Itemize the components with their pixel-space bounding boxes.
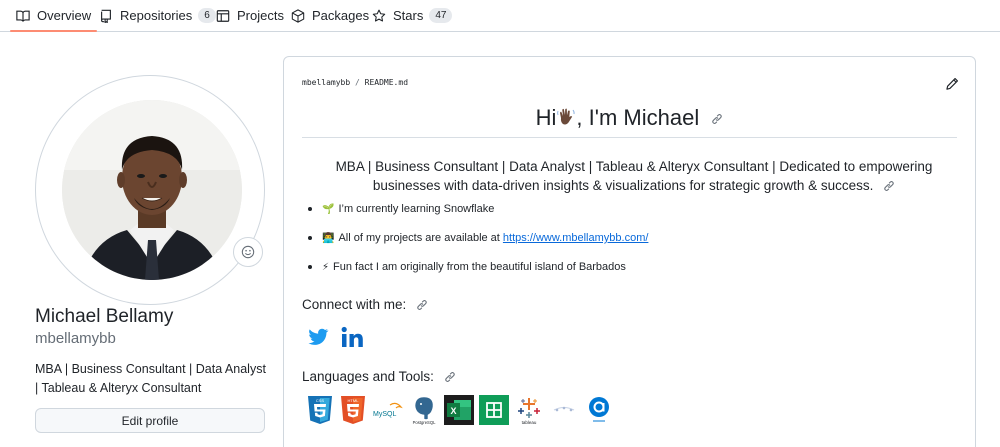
profile-nav: Overview Repositories 6 Projects Package… — [0, 0, 1000, 32]
bullet-strong: I am originally from the beautiful islan… — [375, 261, 626, 273]
tab-stars[interactable]: Stars 47 — [372, 0, 453, 31]
list-item: ⚡ Fun fact I am originally from the beaut… — [308, 261, 648, 273]
tab-label: Overview — [37, 8, 92, 23]
readme-headline: MBA | Business Consultant | Data Analyst… — [314, 157, 954, 195]
tab-label: Stars — [393, 8, 424, 23]
breadcrumb-file[interactable]: README.md — [365, 78, 408, 87]
tab-repositories[interactable]: Repositories 6 — [99, 0, 216, 31]
repo-icon — [101, 9, 111, 23]
table-icon — [216, 9, 230, 22]
bullet-strong: Snowflake — [443, 203, 495, 215]
azure-data-studio-icon[interactable] — [584, 395, 614, 425]
connect-heading-text: Connect with me: — [302, 297, 407, 312]
anchor-link-icon[interactable] — [416, 299, 428, 311]
alteryx-icon[interactable] — [549, 395, 579, 425]
languages-heading-text: Languages and Tools: — [302, 369, 434, 384]
technologist-icon: 👨‍💻 — [322, 233, 335, 244]
readme-box: mbellamybb / README.md Hi , I'm Michael … — [283, 56, 976, 447]
twitter-icon[interactable] — [306, 325, 330, 349]
avatar-frame — [35, 75, 265, 305]
linkedin-icon[interactable] — [340, 325, 366, 349]
anchor-link-icon[interactable] — [711, 113, 723, 125]
tableau-label: tableau — [522, 420, 537, 425]
readme-breadcrumb: mbellamybb / README.md — [302, 78, 408, 87]
package-icon — [291, 8, 305, 23]
css3-icon[interactable]: CSS — [306, 395, 334, 425]
repo-count-badge: 6 — [198, 8, 216, 23]
tab-label: Packages — [312, 8, 370, 23]
breadcrumb-owner[interactable]: mbellamybb — [302, 78, 350, 87]
social-links — [306, 325, 366, 349]
tab-packages[interactable]: Packages — [291, 0, 369, 31]
profile-bio: MBA | Business Consultant | Data Analyst… — [35, 362, 266, 395]
excel-icon[interactable]: X — [444, 395, 474, 425]
pencil-icon[interactable] — [945, 77, 959, 91]
tab-label: Projects — [237, 8, 284, 23]
bullet-text: I’m currently learning — [338, 203, 444, 215]
headline-text: MBA | Business Consultant | Data Analyst… — [335, 159, 933, 193]
google-sheets-icon[interactable] — [479, 395, 509, 425]
excel-label: X — [450, 406, 456, 416]
css-label: CSS — [316, 398, 325, 403]
profile-login: mbellamybb — [35, 330, 116, 347]
smiley-icon — [241, 245, 255, 259]
avatar[interactable] — [62, 100, 242, 280]
languages-heading: Languages and Tools: — [302, 369, 456, 384]
breadcrumb-separator: / — [355, 78, 360, 87]
title-rest: , I'm Michael — [576, 105, 700, 130]
anchor-link-icon[interactable] — [444, 371, 456, 383]
tab-label: Repositories — [120, 8, 193, 23]
stars-count-badge: 47 — [429, 8, 453, 23]
profile-name: Michael Bellamy — [35, 306, 174, 327]
lightning-icon: ⚡ — [322, 262, 330, 273]
title-divider — [302, 137, 957, 138]
postgresql-icon[interactable]: PostgreSQL — [409, 395, 439, 425]
readme-bullet-list: 🌱 I’m currently learning Snowflake 👨‍💻 All… — [308, 203, 648, 290]
tools-icons: CSS HTML MySQL PostgreSQL X tableau — [306, 395, 614, 425]
list-item: 👨‍💻 All of my projects are available at h… — [308, 232, 649, 244]
edit-profile-button[interactable]: Edit profile — [35, 408, 265, 433]
star-icon — [372, 9, 386, 22]
tab-projects[interactable]: Projects — [216, 0, 284, 31]
html5-icon[interactable]: HTML — [339, 395, 367, 425]
anchor-link-icon[interactable] — [883, 180, 895, 192]
website-link[interactable]: https://www.mbellamybb.com/ — [503, 232, 649, 244]
readme-title: Hi , I'm Michael — [284, 105, 975, 133]
tab-overview[interactable]: Overview — [9, 0, 98, 32]
mysql-label: MySQL — [373, 411, 396, 418]
waving-hand-icon — [556, 107, 576, 133]
title-hi: Hi — [535, 105, 557, 130]
list-item: 🌱 I’m currently learning Snowflake — [308, 203, 648, 215]
bullet-text: All of my projects are available at — [338, 232, 503, 244]
mysql-icon[interactable]: MySQL — [372, 395, 404, 425]
connect-heading: Connect with me: — [302, 297, 428, 312]
html-label: HTML — [348, 398, 360, 403]
seedling-icon: 🌱 — [322, 204, 335, 215]
bullet-text: Fun fact — [333, 261, 376, 273]
tableau-icon[interactable]: tableau — [514, 395, 544, 425]
set-status-button[interactable] — [233, 237, 263, 267]
book-icon — [16, 10, 30, 22]
postgresql-label: PostgreSQL — [413, 420, 436, 425]
